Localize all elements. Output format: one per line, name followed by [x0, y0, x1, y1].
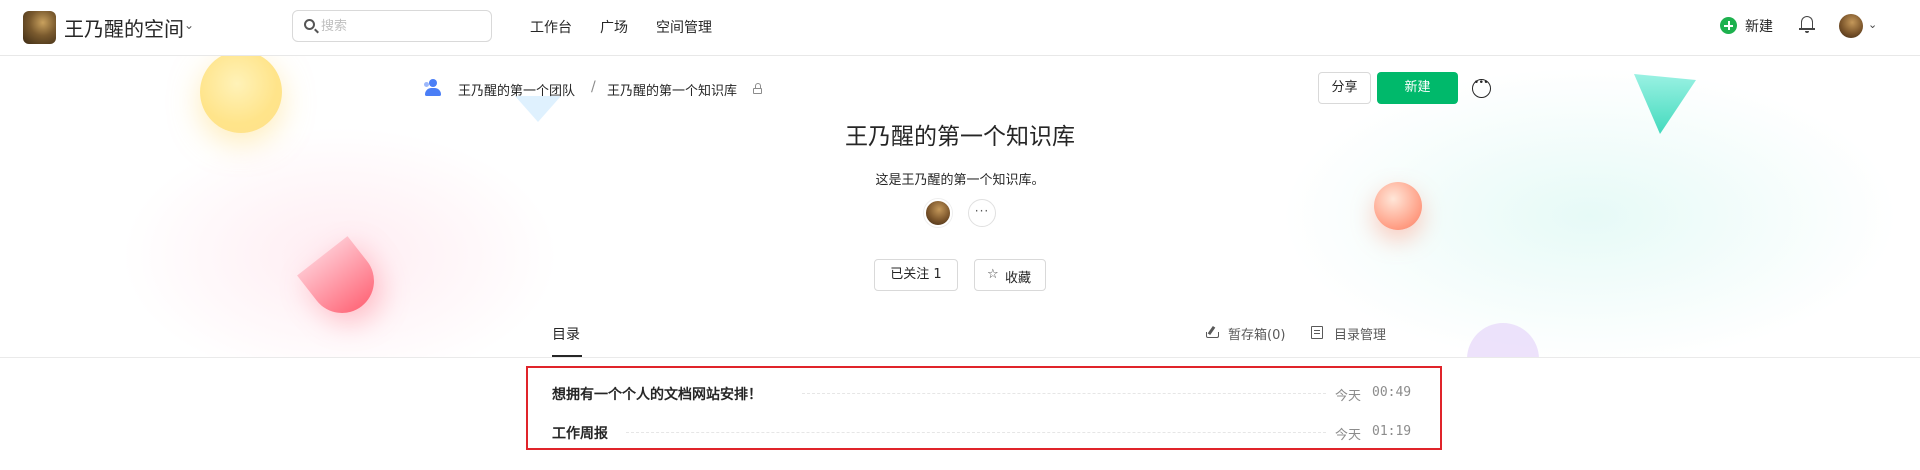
repo-description: 这是王乃醒的第一个知识库。: [875, 173, 1045, 188]
breadcrumb-team[interactable]: 王乃醒的第一个团队: [458, 80, 575, 99]
member-avatar[interactable]: [924, 199, 952, 227]
doc-date: 今天: [1335, 428, 1362, 443]
lock-icon: [753, 83, 762, 94]
space-title[interactable]: 王乃醒的空间: [64, 13, 184, 42]
active-tab-indicator: [552, 355, 582, 357]
chevron-down-icon[interactable]: ⌄: [1868, 18, 1877, 31]
share-button[interactable]: 分享: [1318, 72, 1371, 104]
more-options-icon[interactable]: [1472, 78, 1491, 98]
dotted-leader: [802, 393, 1326, 394]
nav-square[interactable]: 广场: [600, 17, 628, 37]
bell-icon[interactable]: [1799, 15, 1815, 35]
top-new-label: 新建: [1745, 19, 1773, 35]
nav-space-management[interactable]: 空间管理: [656, 17, 712, 37]
members-more-button[interactable]: ···: [968, 199, 996, 227]
document-list: 想拥有一个个人的文档网站安排！ 今天 00:49 工作周报 今天 01:19: [526, 366, 1442, 450]
search-box[interactable]: [292, 10, 492, 42]
triangle-decoration: [1634, 74, 1696, 134]
breadcrumb-book[interactable]: 王乃醒的第一个知识库: [607, 80, 737, 99]
nav-workbench[interactable]: 工作台: [530, 17, 572, 37]
list-item[interactable]: 想拥有一个个人的文档网站安排！ 今天 00:49: [552, 382, 1418, 404]
favorite-button[interactable]: ☆ 收藏: [974, 259, 1046, 291]
tabs-divider: [0, 357, 1920, 358]
new-button[interactable]: 新建: [1377, 72, 1458, 104]
team-icon: [424, 79, 442, 97]
star-icon: ☆: [987, 267, 999, 282]
draft-box-icon[interactable]: [1206, 325, 1219, 339]
space-avatar[interactable]: [23, 11, 56, 44]
favorite-label: 收藏: [1005, 271, 1032, 286]
chevron-down-icon[interactable]: ⌄: [184, 18, 194, 32]
breadcrumb-separator: /: [591, 79, 596, 95]
plus-circle-icon: [1720, 17, 1737, 34]
doc-time: 00:49: [1372, 385, 1412, 400]
doc-title[interactable]: 工作周报: [552, 423, 608, 443]
toc-manage-link[interactable]: 目录管理: [1334, 324, 1386, 343]
user-avatar[interactable]: [1839, 14, 1863, 38]
search-icon: [304, 19, 315, 30]
doc-title[interactable]: 想拥有一个个人的文档网站安排！: [552, 384, 762, 404]
follow-button[interactable]: 已关注 1: [874, 259, 958, 291]
page-title: 王乃醒的第一个知识库: [845, 124, 1075, 150]
top-bar: 王乃醒的空间 ⌄ 工作台 广场 空间管理 新建 ⌄: [0, 0, 1920, 56]
doc-time: 01:19: [1372, 424, 1412, 439]
drafts-link[interactable]: 暂存箱(0): [1228, 324, 1285, 343]
toc-manage-icon[interactable]: [1311, 326, 1323, 339]
list-item[interactable]: 工作周报 今天 01:19: [552, 421, 1418, 443]
tab-toc[interactable]: 目录: [552, 324, 580, 344]
decorative-background: [0, 56, 1920, 358]
dotted-leader: [626, 432, 1326, 433]
triangle-decoration: [515, 96, 561, 122]
doc-date: 今天: [1335, 389, 1362, 404]
search-input[interactable]: [321, 16, 481, 36]
